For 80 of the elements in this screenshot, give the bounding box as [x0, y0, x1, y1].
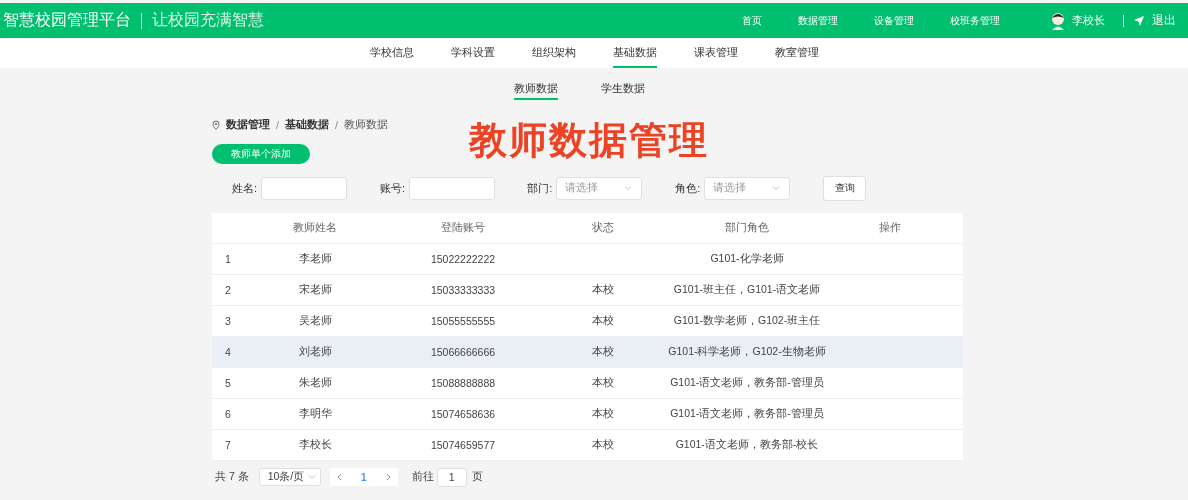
- table-cell-text: 15074658636: [429, 408, 497, 420]
- location-pin-icon: [212, 119, 220, 130]
- prev-page-icon[interactable]: [335, 473, 344, 481]
- table-cell-text: 朱老师: [297, 376, 333, 390]
- page-suffix: 页: [471, 470, 483, 484]
- table-cell-text: 本校: [591, 345, 615, 359]
- search-button[interactable]: 查询: [823, 175, 867, 201]
- table-cell-text: G101-科学老师，G102-生物老师: [667, 345, 827, 359]
- slogan: 让校园充满智慧: [152, 10, 264, 30]
- breadcrumb-link[interactable]: 数据管理: [226, 117, 270, 132]
- table-cell-text: G101-班主任，G101-语文老师: [672, 283, 822, 297]
- table-cell-text: 2: [224, 284, 232, 296]
- table-cell-text: 4: [224, 346, 232, 358]
- table-cell-text: G101-化学老师: [709, 252, 785, 266]
- filter-label: 账号:: [380, 180, 406, 196]
- table-row[interactable]: 6 李明华 15074658636 本校 G101-语文老师，教务部-管理员: [212, 399, 963, 430]
- input-field[interactable]: [261, 176, 348, 200]
- table-cell-text: 15022222222: [429, 253, 497, 265]
- table-cell-text: 本校: [591, 283, 615, 297]
- column-header: 操作: [878, 221, 902, 235]
- column-header: 教师姓名: [292, 221, 338, 235]
- filter-label: 角色:: [675, 180, 701, 196]
- table-cell-text: 本校: [591, 376, 615, 390]
- column-header: 状态: [591, 221, 615, 235]
- paper-plane-icon: [1134, 15, 1144, 26]
- breadcrumb-current: 教师数据: [343, 117, 388, 132]
- input-field[interactable]: [409, 176, 496, 200]
- page-size-select[interactable]: 10条/页: [258, 468, 321, 486]
- table-row[interactable]: 4 刘老师 15066666666 本校 G101-科学老师，G102-生物老师: [212, 337, 963, 368]
- table-cell-text: 宋老师: [297, 283, 333, 297]
- table-cell-text: 李校长: [297, 438, 333, 452]
- chevron-down-icon: [623, 183, 634, 193]
- nav-tab[interactable]: 组织架构: [531, 38, 576, 68]
- tab[interactable]: 学生数据: [600, 78, 645, 100]
- breadcrumb-link[interactable]: 基础数据: [284, 117, 329, 132]
- table-cell-text: 15066666666: [429, 346, 497, 358]
- table-cell-text: 本校: [591, 438, 615, 452]
- nav-tab[interactable]: 学科设置: [450, 38, 495, 68]
- table-cell-text: G101-语文老师，教务部-管理员: [669, 376, 825, 390]
- table-cell-text: 本校: [591, 314, 615, 328]
- table-row[interactable]: 7 李校长 15074659577 本校 G101-语文老师，教务部-校长: [212, 430, 963, 461]
- filter-label: 姓名:: [232, 180, 258, 196]
- table-cell-text: G101-语文老师，教务部-校长: [674, 438, 820, 452]
- column-header: 登陆账号: [440, 221, 486, 235]
- table-cell-text: 李老师: [297, 252, 333, 266]
- table-cell-text: 7: [224, 439, 232, 451]
- table-cell-text: 吴老师: [297, 314, 333, 328]
- table-cell-text: 5: [224, 377, 232, 389]
- table-cell-text: G101-语文老师，教务部-管理员: [669, 407, 825, 421]
- app-title: 智慧校园管理平台: [3, 10, 131, 30]
- table-row[interactable]: 2 宋老师 15033333333 本校 G101-班主任，G101-语文老师: [212, 275, 963, 306]
- goto-page-field[interactable]: 1: [436, 467, 467, 487]
- column-header: 部门角色: [724, 221, 770, 235]
- table-row[interactable]: 5 朱老师 15088888888 本校 G101-语文老师，教务部-管理员: [212, 368, 963, 399]
- nav-tab[interactable]: 基础数据: [612, 38, 657, 68]
- table-cell-text: 1: [224, 253, 232, 265]
- table-cell-text: 15033333333: [429, 284, 497, 296]
- table-cell-text: 15088888888: [429, 377, 497, 389]
- table-row[interactable]: 1 李老师 15022222222 G101-化学老师: [212, 244, 963, 275]
- table-cell-text: 15074659577: [429, 439, 497, 451]
- nav-tab[interactable]: 学校信息: [369, 38, 414, 68]
- table-cell-text: 6: [224, 408, 232, 420]
- tab[interactable]: 教师数据: [513, 78, 558, 100]
- nav-tab[interactable]: 教室管理: [774, 38, 819, 68]
- table-cell-text: 刘老师: [297, 345, 333, 359]
- chevron-down-icon: [771, 183, 782, 193]
- chevron-down-icon: [306, 472, 317, 482]
- table-cell-text: 李明华: [297, 407, 333, 421]
- goto-label: 前往: [411, 470, 434, 484]
- table-cell-text: 15055555555: [429, 315, 497, 327]
- breadcrumb-separator: /: [276, 118, 279, 131]
- total-count: 共 7 条: [215, 470, 249, 484]
- avatar-icon: [1050, 11, 1066, 30]
- overlay-title: 教师数据管理: [469, 118, 709, 162]
- table-cell-text: 3: [224, 315, 232, 327]
- breadcrumb-separator: /: [334, 118, 338, 131]
- table-cell-text: 本校: [591, 407, 615, 421]
- nav-tab[interactable]: 课表管理: [693, 38, 738, 68]
- table-cell-text: G101-数学老师，G102-班主任: [672, 314, 822, 328]
- filter-label: 部门:: [527, 180, 553, 196]
